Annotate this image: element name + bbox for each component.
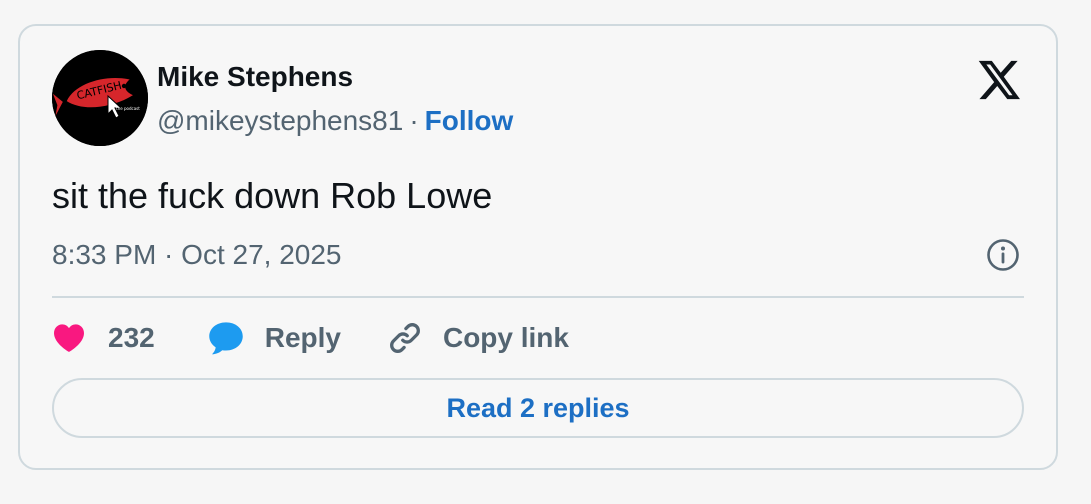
avatar-logo-subtext: the podcast <box>116 106 140 111</box>
divider <box>52 296 1024 298</box>
x-logo-icon[interactable] <box>978 60 1022 100</box>
reply-label: Reply <box>264 322 341 353</box>
action-bar: 232 Reply Copy link <box>52 318 569 358</box>
author-handle-row: @mikeystephens81 · Follow <box>157 104 513 138</box>
info-icon[interactable] <box>986 238 1020 272</box>
read-replies-button[interactable]: Read 2 replies <box>52 378 1024 438</box>
follow-button[interactable]: Follow <box>425 105 514 136</box>
like-button[interactable]: 232 <box>52 322 155 354</box>
avatar[interactable]: CATFISH the podcast <box>52 50 148 146</box>
tweet-embed-card: CATFISH the podcast Mike Stephens @mikey… <box>18 24 1058 470</box>
tweet-text: sit the fuck down Rob Lowe <box>52 175 493 216</box>
copy-link-button[interactable]: Copy link <box>387 320 569 356</box>
author-handle[interactable]: @mikeystephens81 <box>157 105 403 136</box>
copy-link-label: Copy link <box>442 322 569 353</box>
reply-button[interactable]: Reply <box>207 320 341 356</box>
like-count: 232 <box>108 322 155 353</box>
link-icon <box>387 320 423 356</box>
tweet-timestamp[interactable]: 8:33 PM · Oct 27, 2025 <box>52 238 342 272</box>
handle-separator: · <box>409 105 419 136</box>
catfish-logo-icon: CATFISH the podcast <box>52 50 148 146</box>
author-name[interactable]: Mike Stephens <box>157 60 353 94</box>
heart-icon <box>52 323 86 353</box>
speech-bubble-icon <box>207 320 245 356</box>
